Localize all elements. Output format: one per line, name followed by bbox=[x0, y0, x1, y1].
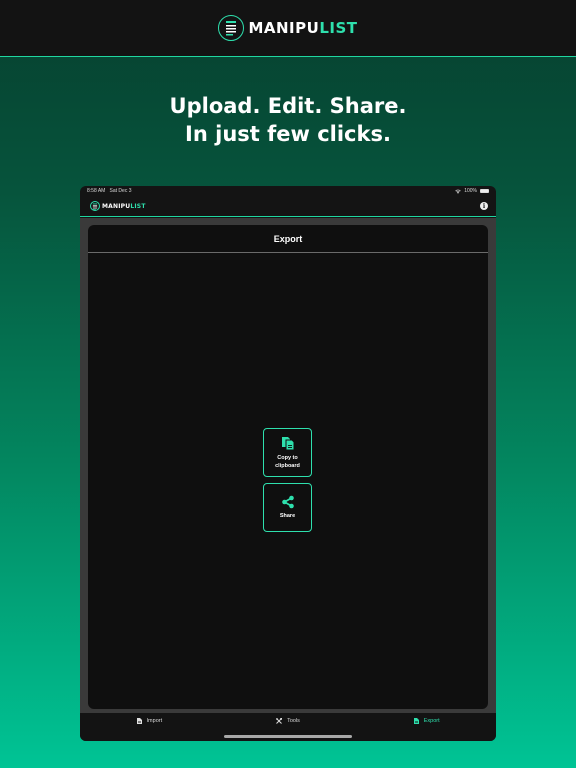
clipboard-copy-icon bbox=[281, 436, 294, 450]
device-screen: 8:58 AM Sat Dec 3 100% MANIPULIST i Expo… bbox=[80, 186, 496, 741]
copy-to-clipboard-button[interactable]: Copy to clipboard bbox=[263, 428, 312, 477]
battery-icon bbox=[480, 189, 489, 193]
app-logo-mark-icon bbox=[90, 201, 100, 211]
brand-name: MANIPULIST bbox=[248, 19, 358, 37]
tab-import[interactable]: Import bbox=[80, 718, 219, 724]
logo-mark-icon bbox=[218, 15, 245, 41]
copy-label-line-2: clipboard bbox=[275, 462, 300, 469]
tools-icon bbox=[276, 718, 283, 724]
wifi-icon bbox=[455, 189, 461, 194]
top-header: MANIPULIST bbox=[0, 0, 576, 57]
content-area: Export Copy to clipboard Share bbox=[80, 218, 496, 713]
export-sheet: Export Copy to clipboard Share bbox=[88, 225, 488, 709]
info-icon[interactable]: i bbox=[480, 202, 488, 210]
tab-tools-label: Tools bbox=[287, 718, 300, 724]
app-bar: MANIPULIST i bbox=[80, 196, 496, 217]
status-bar: 8:58 AM Sat Dec 3 100% bbox=[80, 186, 496, 196]
home-indicator bbox=[224, 735, 352, 738]
tab-import-label: Import bbox=[146, 718, 163, 724]
share-button[interactable]: Share bbox=[263, 483, 312, 532]
copy-label-line-1: Copy to bbox=[277, 454, 298, 461]
brand-logo: MANIPULIST bbox=[218, 15, 357, 41]
tab-export-label: Export bbox=[423, 718, 440, 724]
status-time: 8:58 AM bbox=[87, 188, 106, 194]
headline-line-1: Upload. Edit. Share. bbox=[169, 94, 407, 118]
app-logo: MANIPULIST bbox=[90, 201, 146, 211]
share-label: Share bbox=[279, 513, 296, 519]
battery-percent: 100% bbox=[464, 188, 477, 194]
tab-tools[interactable]: Tools bbox=[219, 718, 358, 724]
document-icon bbox=[136, 718, 142, 724]
tab-export[interactable]: Export bbox=[357, 718, 496, 724]
document-icon bbox=[413, 718, 419, 724]
share-icon bbox=[281, 495, 294, 509]
headline-line-2: In just few clicks. bbox=[185, 122, 391, 146]
app-brand-name: MANIPULIST bbox=[102, 202, 146, 210]
promo-headline: Upload. Edit. Share. In just few clicks. bbox=[0, 92, 576, 148]
status-date: Sat Dec 3 bbox=[109, 188, 132, 194]
export-sheet-title: Export bbox=[88, 225, 488, 253]
